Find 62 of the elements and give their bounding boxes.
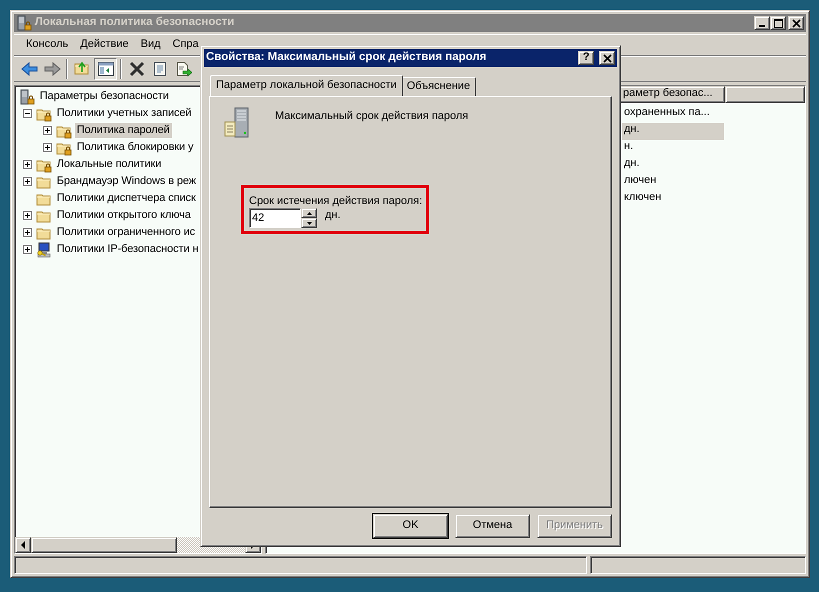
list-row[interactable]: дн. — [622, 122, 724, 140]
collapse-icon[interactable] — [23, 109, 32, 118]
server-lock-icon — [19, 88, 35, 104]
list-row[interactable]: дн. — [622, 156, 724, 174]
close-button[interactable] — [599, 51, 615, 65]
left-arrow-icon — [20, 541, 26, 549]
tree-item[interactable]: Локальные политики — [54, 156, 164, 172]
help-button[interactable]: ? — [578, 51, 594, 65]
tree-item[interactable]: Политики учетных записей — [54, 106, 194, 122]
number-field[interactable]: 42 — [249, 208, 301, 228]
down-arrow-icon — [306, 222, 312, 225]
expand-icon[interactable] — [23, 211, 32, 220]
dialog-button[interactable]: OK — [373, 514, 448, 538]
tab[interactable]: Параметр локальной безопасности — [210, 75, 403, 96]
list-row[interactable]: охраненных па... — [622, 106, 724, 123]
tree-item[interactable]: Политики IP-безопасности н — [54, 242, 200, 258]
expand-icon[interactable] — [23, 160, 32, 169]
spin-down-button[interactable] — [301, 218, 317, 228]
maximize-icon — [771, 17, 785, 29]
tree-item[interactable]: Политика блокировки у — [74, 140, 196, 156]
column-header[interactable] — [725, 86, 805, 103]
menu-item[interactable]: Консоль — [20, 38, 74, 52]
window-title: Локальная политика безопасности — [34, 16, 236, 30]
expand-icon[interactable] — [43, 143, 52, 152]
show-pane-button[interactable] — [94, 58, 117, 80]
maximize-button[interactable] — [770, 16, 786, 30]
tree-item[interactable]: Политика паролей — [74, 122, 172, 138]
close-button[interactable] — [788, 16, 804, 30]
tree-item[interactable]: Политики ограниченного ис — [54, 224, 198, 240]
list-row[interactable]: н. — [622, 140, 724, 157]
menu-item[interactable]: Вид — [134, 38, 167, 52]
server-lock-icon — [16, 15, 32, 31]
scrollbar-thumb[interactable] — [31, 537, 177, 553]
delete-icon — [128, 60, 146, 78]
policy-name: Максимальный срок действия пароля — [275, 110, 468, 124]
list-row[interactable]: ключен — [622, 190, 724, 208]
tree-item[interactable]: Политики диспетчера списк — [54, 190, 198, 206]
field-label: Срок истечения действия пароля: — [249, 195, 424, 208]
computer-key-icon — [36, 242, 52, 258]
minimize-button[interactable] — [754, 16, 770, 30]
tree-item[interactable]: Брандмауэр Windows в реж — [54, 174, 198, 190]
right-arrow-icon — [42, 60, 60, 78]
server-document-icon — [223, 107, 251, 139]
unit-label: дн. — [325, 209, 341, 224]
scroll-left-button[interactable] — [15, 537, 31, 553]
spin-up-button[interactable] — [301, 208, 317, 218]
expand-icon[interactable] — [23, 177, 32, 186]
window-pane-icon — [96, 60, 114, 78]
list-row[interactable]: лючен — [622, 174, 724, 191]
tree-item[interactable]: Политики открытого ключа — [54, 208, 193, 224]
tree-item[interactable]: Параметры безопасности — [38, 88, 171, 104]
tab[interactable]: Объяснение — [400, 77, 476, 96]
expand-icon[interactable] — [23, 245, 32, 254]
expand-icon[interactable] — [43, 126, 52, 135]
dialog-button[interactable]: Отмена — [455, 514, 530, 538]
left-arrow-icon — [20, 60, 38, 78]
menu-item[interactable]: Действие — [74, 38, 135, 52]
menu-item[interactable]: Спра — [166, 38, 205, 52]
dialog-title: Свойства: Максимальный срок действия пароля — [206, 51, 488, 65]
expand-icon[interactable] — [23, 228, 32, 237]
minimize-icon — [759, 25, 765, 27]
up-arrow-icon — [306, 212, 312, 215]
